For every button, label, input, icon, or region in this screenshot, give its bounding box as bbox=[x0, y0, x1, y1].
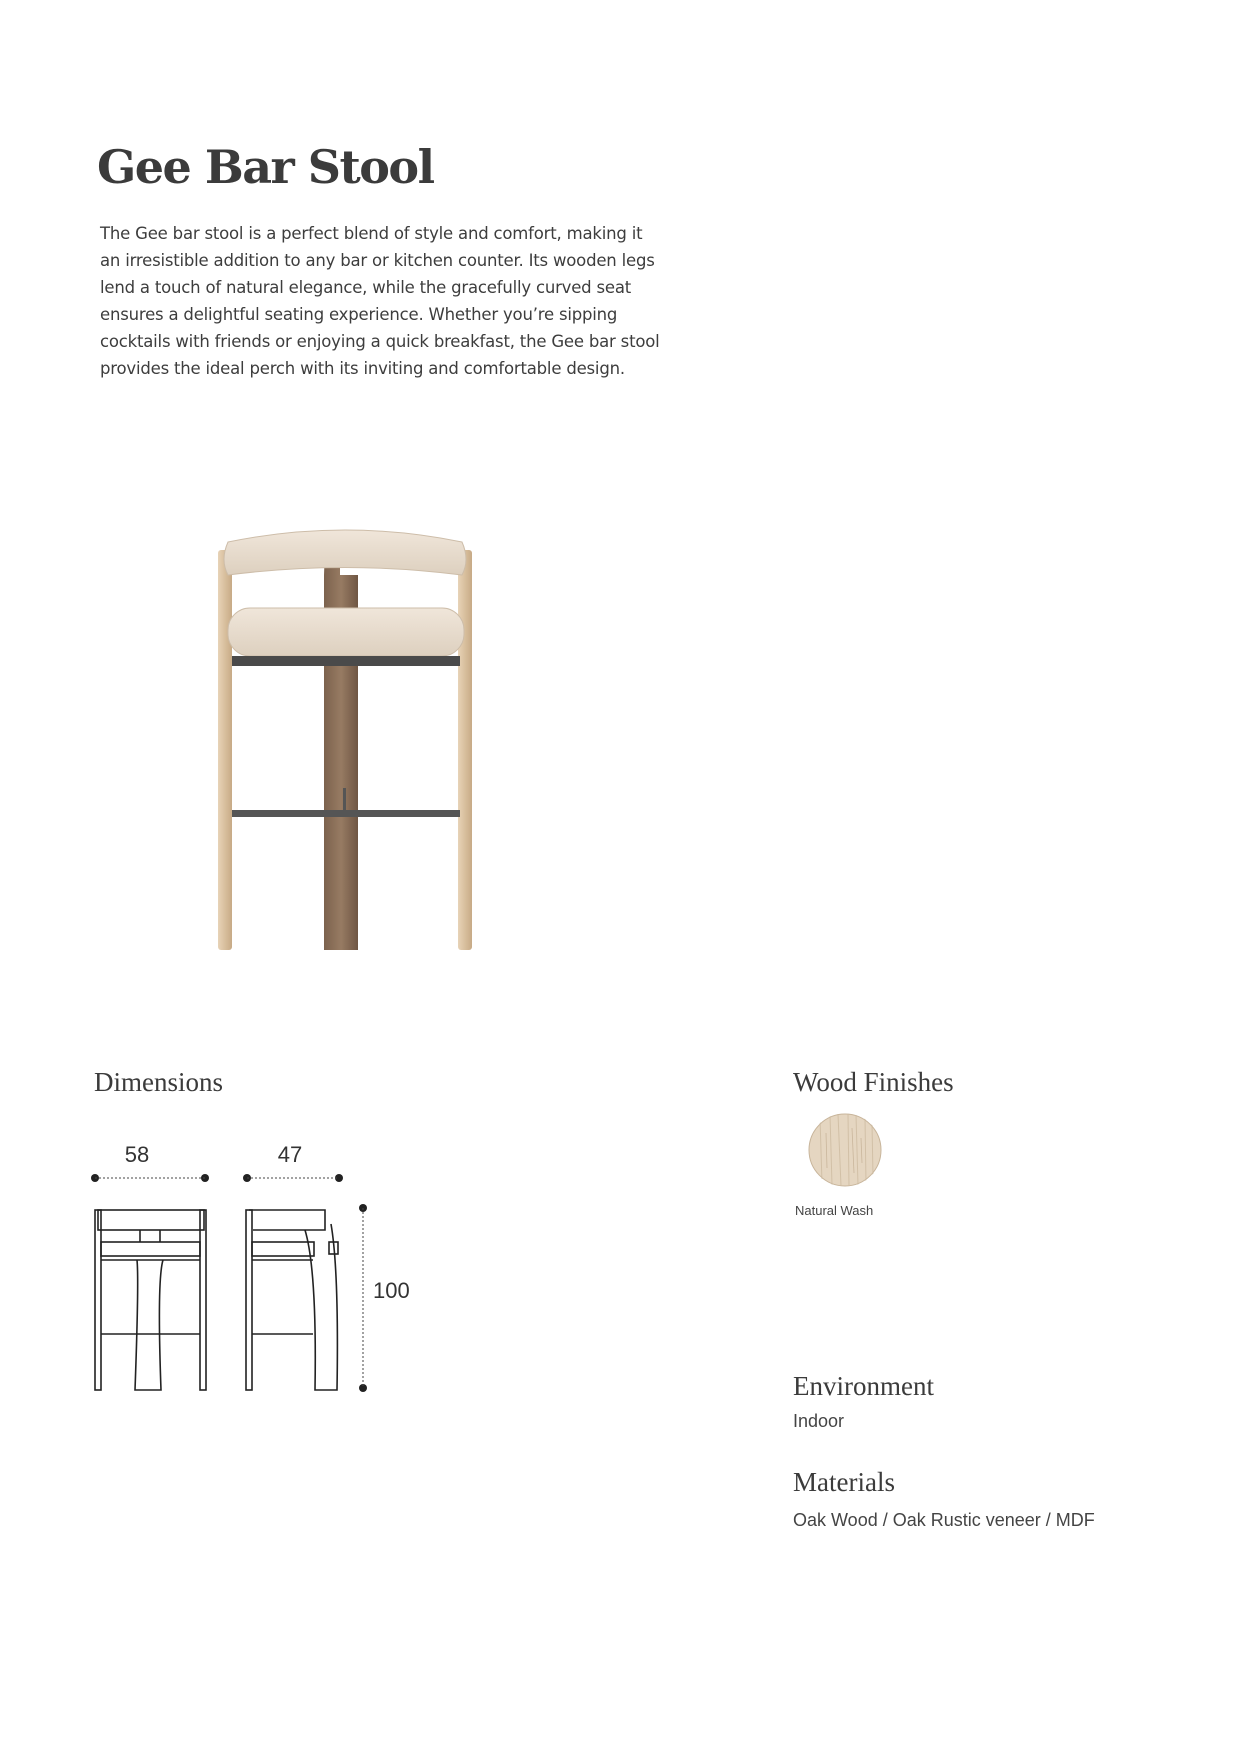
dimensions-drawing: 58 47 100 bbox=[91, 1142, 410, 1392]
product-title: Gee Bar Stool bbox=[97, 140, 435, 194]
seat bbox=[227, 607, 465, 657]
height-value: 100 bbox=[373, 1278, 410, 1303]
product-image bbox=[218, 529, 472, 950]
backrest bbox=[223, 529, 467, 576]
right-leg bbox=[458, 550, 472, 950]
depth-value: 47 bbox=[278, 1142, 302, 1167]
finish-swatch-natural-wash[interactable] bbox=[808, 1113, 882, 1187]
seat-frame bbox=[232, 656, 460, 666]
left-leg bbox=[218, 550, 232, 950]
front-view bbox=[94, 1209, 207, 1391]
materials-heading: Materials bbox=[793, 1467, 895, 1497]
finish-label: Natural Wash bbox=[795, 1203, 874, 1218]
environment-heading: Environment bbox=[793, 1371, 934, 1401]
wood-finishes-heading: Wood Finishes bbox=[793, 1067, 954, 1097]
environment-value: Indoor bbox=[793, 1411, 845, 1431]
materials-value: Oak Wood / Oak Rustic veneer / MDF bbox=[793, 1510, 1095, 1530]
product-description: The Gee bar stool is a perfect blend of … bbox=[100, 224, 660, 378]
width-value: 58 bbox=[125, 1142, 149, 1167]
side-view bbox=[245, 1209, 339, 1391]
dimensions-heading: Dimensions bbox=[94, 1067, 224, 1097]
